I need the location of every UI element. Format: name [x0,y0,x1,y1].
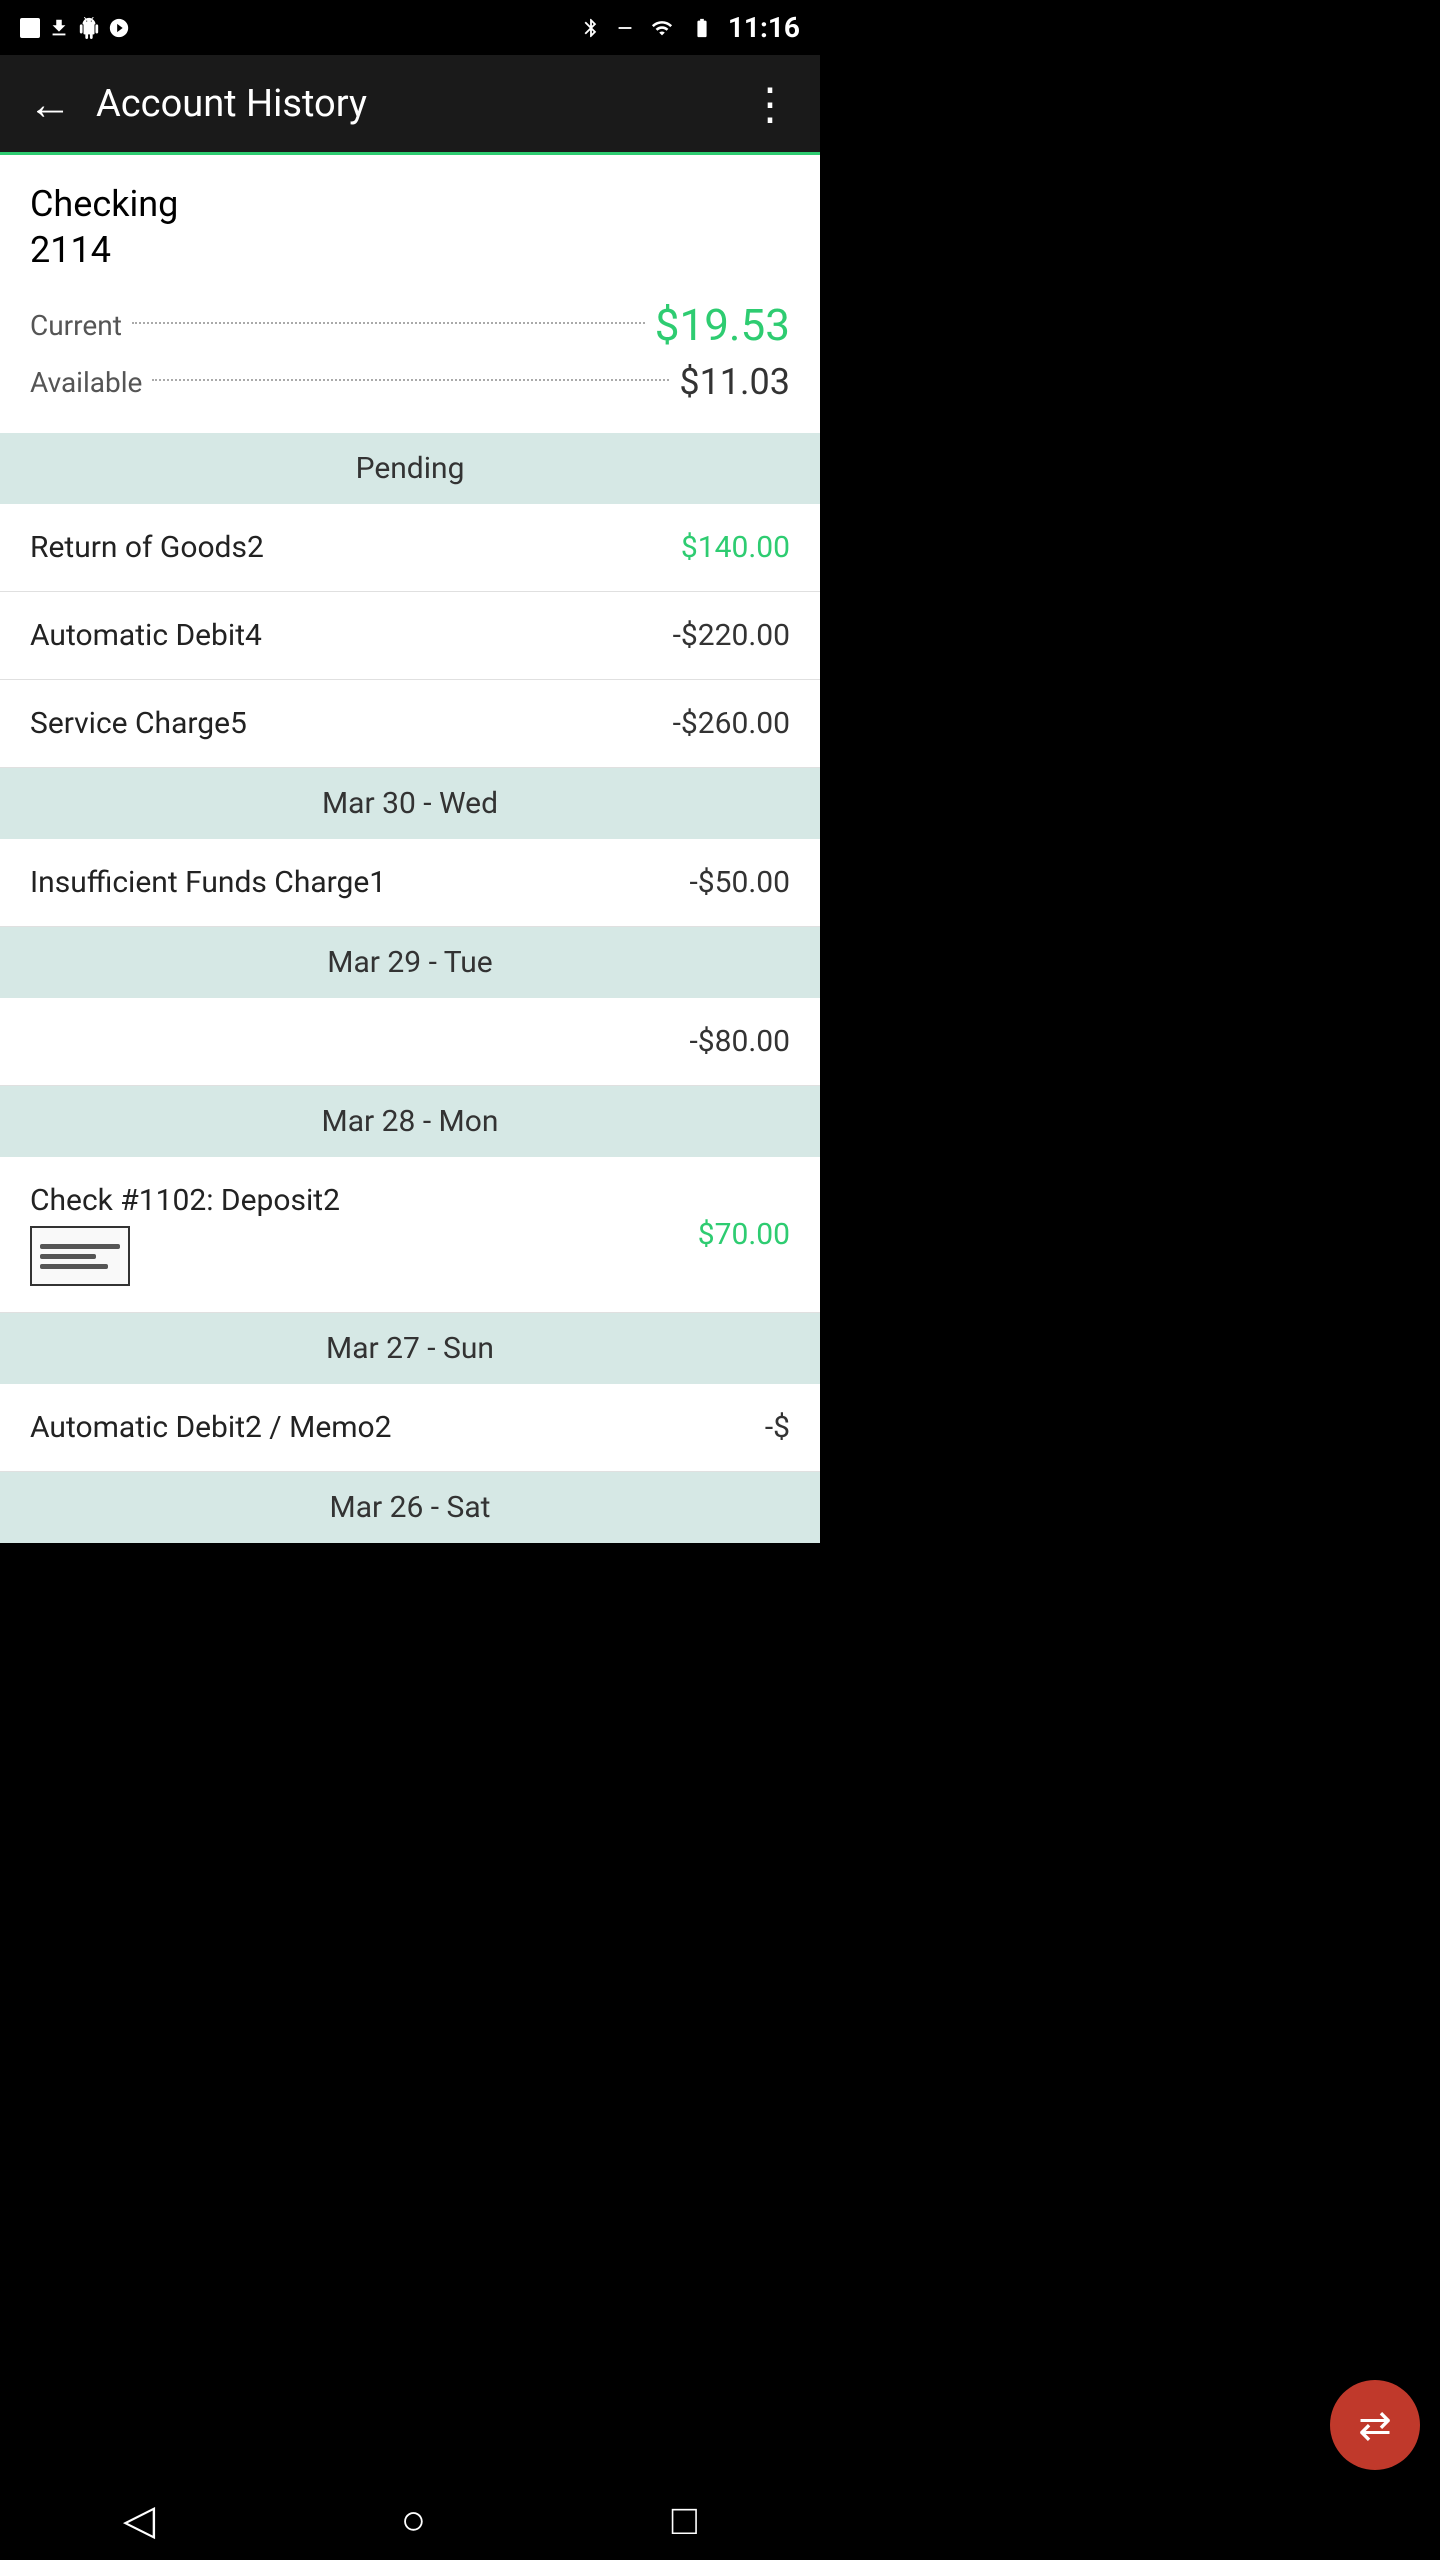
check-image-icon [30,1226,130,1286]
list-item[interactable]: Check #1102: Deposit2 $70.00 [0,1157,820,1313]
mar27-section-header: Mar 27 - Sun [0,1313,820,1384]
check-line-2 [40,1254,96,1259]
transfer-fab-button[interactable]: ⇄ [1330,2380,1420,2470]
mar29-section-header: Mar 29 - Tue [0,927,820,998]
list-item[interactable]: Automatic Debit4 -$220.00 [0,592,820,680]
transaction-amount: $70.00 [698,1217,790,1252]
transaction-with-icon: Check #1102: Deposit2 [30,1183,698,1286]
download-icon [48,17,70,39]
minus-icon [614,17,636,39]
transaction-label: Return of Goods2 [30,530,681,565]
nav-bar: ← Account History ⋮ [0,55,820,155]
back-nav-button[interactable]: ◁ [123,2495,155,2545]
transaction-label: Automatic Debit4 [30,618,673,653]
dotted-separator [132,322,645,324]
account-info-section: Checking 2114 Current $19.53 Available $… [0,155,820,433]
battery-icon [688,17,716,39]
check-lines [40,1244,120,1269]
available-balance-row: Available $11.03 [30,361,790,403]
available-label: Available [30,366,142,399]
more-options-button[interactable]: ⋮ [738,68,802,140]
transfer-icon: ⇄ [1358,2402,1392,2449]
back-button[interactable]: ← [18,68,82,140]
notification-icon [108,17,130,39]
transaction-label: Automatic Debit2 / Memo2 [30,1410,765,1445]
pending-section-header: Pending [0,433,820,504]
transaction-label: Insufficient Funds Charge1 [30,865,689,900]
check-line-3 [40,1264,108,1269]
dotted-separator-2 [152,379,669,381]
list-item[interactable]: -$80.00 [0,998,820,1086]
status-icons-left [20,17,130,39]
wifi-icon [20,18,40,38]
status-right: 11:16 [580,11,800,44]
signal-icon [648,17,676,39]
transaction-amount: -$220.00 [673,618,790,653]
android-icon [78,17,100,39]
list-item[interactable]: Service Charge5 -$260.00 [0,680,820,768]
transaction-label: Service Charge5 [30,706,673,741]
status-time: 11:16 [728,11,800,44]
available-amount: $11.03 [679,361,790,403]
list-item[interactable]: Automatic Debit2 / Memo2 -$ [0,1384,820,1472]
home-nav-button[interactable]: ○ [401,2496,426,2545]
status-bar: 11:16 [0,0,820,55]
bottom-navigation: ◁ ○ □ [0,2480,820,2560]
mar28-section-header: Mar 28 - Mon [0,1086,820,1157]
transaction-amount: -$80.00 [689,1024,790,1059]
list-item[interactable]: Return of Goods2 $140.00 [0,504,820,592]
check-line-1 [40,1244,120,1249]
mar26-section-header: Mar 26 - Sat [0,1472,820,1543]
transaction-amount: $140.00 [681,530,790,565]
transaction-amount: -$ [765,1410,790,1445]
transaction-amount: -$50.00 [689,865,790,900]
transaction-amount: -$260.00 [673,706,790,741]
main-content: Checking 2114 Current $19.53 Available $… [0,155,820,1543]
bluetooth-icon [580,17,602,39]
account-type: Checking [30,183,790,225]
mar30-section-header: Mar 30 - Wed [0,768,820,839]
page-title: Account History [96,82,738,126]
transaction-label: Check #1102: Deposit2 [30,1183,698,1218]
current-amount: $19.53 [655,299,790,351]
account-number: 2114 [30,229,790,271]
list-item[interactable]: Insufficient Funds Charge1 -$50.00 [0,839,820,927]
current-balance-row: Current $19.53 [30,299,790,351]
current-label: Current [30,309,122,342]
recents-nav-button[interactable]: □ [672,2496,697,2545]
